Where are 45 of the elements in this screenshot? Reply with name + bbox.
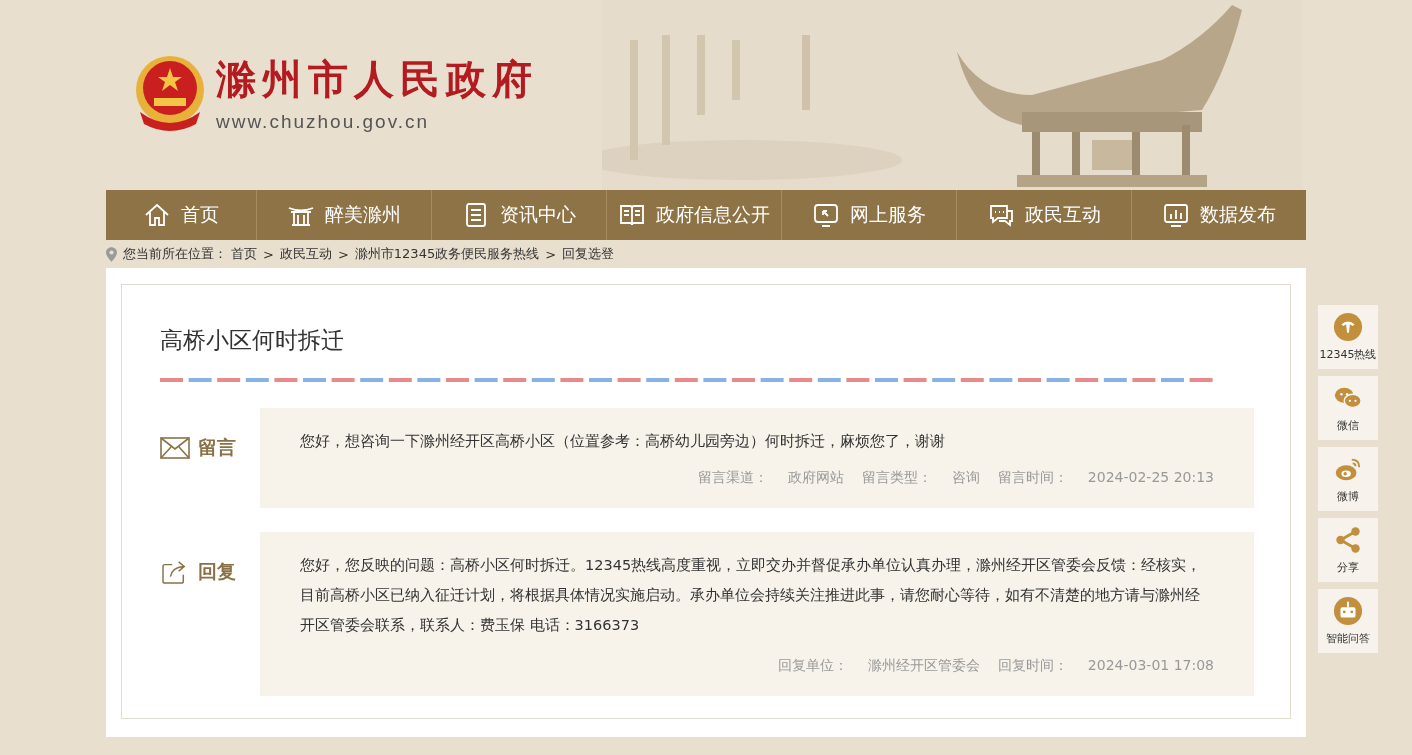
nav-item[interactable]: 政府信息公开 — [606, 190, 781, 240]
entry-label: 留言 — [198, 435, 236, 460]
meta-value: 2024-03-01 17:08 — [1087, 656, 1214, 675]
phone-icon — [1333, 312, 1363, 342]
meta-label: 回复时间： — [997, 656, 1068, 675]
nav-item[interactable]: 资讯中心 — [431, 190, 606, 240]
meta-value: 咨询 — [951, 468, 980, 487]
nav-item[interactable]: 首页 — [106, 190, 256, 240]
article-title: 高桥小区何时拆迁 — [160, 326, 345, 355]
monitor-icon — [812, 201, 840, 229]
nav-item[interactable]: 网上服务 — [781, 190, 956, 240]
nav-item[interactable]: 政民互动 — [956, 190, 1131, 240]
breadcrumb-link[interactable]: 政民互动 — [279, 245, 332, 263]
meta-value: 政府网站 — [787, 468, 844, 487]
side-button[interactable]: 分享 — [1318, 518, 1378, 582]
meta-label: 留言渠道： — [697, 468, 768, 487]
breadcrumb-link[interactable]: 滁州市12345政务便民服务热线 — [354, 245, 540, 263]
meta-label: 留言时间： — [997, 468, 1068, 487]
location-icon — [106, 246, 117, 262]
breadcrumb-separator: > — [545, 246, 557, 262]
nav-item[interactable]: 醉美滁州 — [256, 190, 431, 240]
meta-value: 2024-02-25 20:13 — [1087, 468, 1214, 487]
envelope-icon — [160, 436, 190, 460]
side-button[interactable]: 微博 — [1318, 447, 1378, 511]
meta-label: 留言类型： — [861, 468, 932, 487]
site-title: 滁州市人民政府 — [216, 53, 538, 104]
site-url: www.chuzhou.gov.cn — [216, 110, 431, 133]
entry-text: 您好，想咨询一下滁州经开区高桥小区（位置参考：高桥幼儿园旁边）何时拆迁，麻烦您了，谢谢 — [300, 432, 946, 451]
entry-label: 回复 — [198, 559, 236, 584]
robot-icon — [1333, 596, 1363, 626]
nav-item[interactable]: 数据发布 — [1131, 190, 1306, 240]
breadcrumb-label: 您当前所在位置： — [123, 245, 227, 263]
breadcrumb-link[interactable]: 回复选登 — [562, 245, 615, 263]
side-button[interactable]: 微信 — [1318, 376, 1378, 440]
breadcrumb-separator: > — [263, 246, 274, 262]
share-icon — [1333, 525, 1363, 555]
chart-icon — [1162, 201, 1190, 229]
meta-value: 滁州经开区管委会 — [867, 656, 980, 675]
home-icon — [143, 201, 171, 229]
meta-label: 回复单位： — [777, 656, 848, 675]
entry-text: 您好，您反映的问题：高桥小区何时拆迁。12345热线高度重视，立即交办并督促承办单位认真办理，滁州经开区管委会反馈：经核实，目前高桥小区已纳入征迁计划，将根据具体情况实施启动。承办单位会持续关注推进此事，请您耐心等待，如有不清楚的地方请与滁州经开区管委会联系，联系人：费玉保 电话：3166373 — [300, 556, 1203, 635]
breadcrumb-link[interactable]: 首页 — [231, 245, 257, 263]
side-button[interactable]: 智能问答 — [1318, 589, 1378, 653]
side-button[interactable]: 12345热线 — [1318, 305, 1378, 369]
breadcrumb-separator: > — [337, 246, 349, 262]
